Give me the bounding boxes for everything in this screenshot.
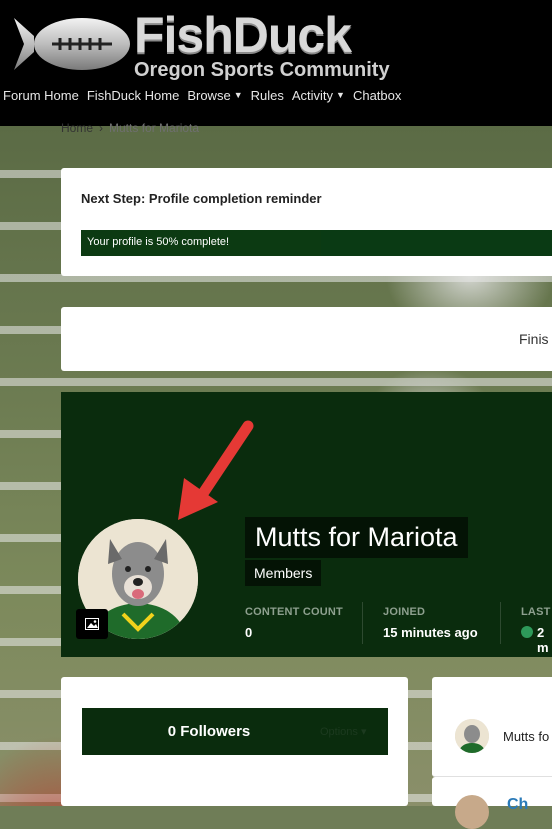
profile-progress-bar: Your profile is 50% complete!: [81, 230, 552, 256]
user-name-link[interactable]: Mutts fo: [503, 729, 549, 744]
nav-fishduck-home[interactable]: FishDuck Home: [87, 86, 179, 104]
nav-label: Rules: [250, 87, 284, 103]
online-status-icon: [521, 626, 533, 638]
nav-label: Activity: [291, 87, 334, 103]
breadcrumb-separator-icon: ›: [99, 121, 104, 135]
football-fish-logo-icon[interactable]: [12, 12, 130, 76]
stat-value-content-count[interactable]: 0: [245, 625, 252, 640]
breadcrumb: Home › Mutts for Mariota: [61, 121, 199, 135]
profile-name: Mutts for Mariota: [255, 522, 458, 552]
chevron-down-icon: ▼: [233, 90, 243, 100]
stat-value-joined: 15 minutes ago: [383, 625, 478, 640]
nav-rules[interactable]: Rules: [251, 86, 284, 104]
stat-label-joined: JOINED: [383, 606, 426, 618]
user-name-link-2[interactable]: Ch: [507, 796, 528, 814]
nav-label: Browse: [187, 87, 231, 103]
stat-value-last-visited: 2 m: [537, 625, 549, 655]
dog-photo-icon: [455, 719, 489, 753]
right-column-card-2: [432, 777, 552, 806]
image-icon: [85, 618, 99, 630]
options-label: Options: [320, 726, 358, 738]
nav-browse[interactable]: Browse ▼: [187, 86, 242, 104]
chevron-down-icon: ▼: [336, 90, 345, 100]
followers-title: 0 Followers: [167, 723, 251, 740]
chevron-down-icon: ▾: [360, 726, 367, 738]
stat-divider: [500, 602, 501, 644]
stat-label-last-visited: LAST: [521, 606, 551, 618]
site-header: FishDuck Oregon Sports Community Forum H…: [0, 0, 552, 126]
profile-group: Members: [254, 565, 313, 581]
followers-options-button[interactable]: Options ▾: [320, 725, 367, 738]
nav-label: FishDuck Home: [86, 87, 180, 103]
nav-activity[interactable]: Activity ▼: [292, 86, 345, 104]
followers-widget: 0 Followers Options ▾: [82, 708, 388, 755]
breadcrumb-current: Mutts for Mariota: [109, 121, 200, 135]
nav-label: Chatbox: [352, 87, 402, 103]
user-avatar[interactable]: [455, 719, 489, 753]
progress-text: Your profile is 50% complete!: [87, 236, 230, 248]
stat-divider: [362, 602, 363, 644]
red-arrow-icon: [178, 420, 254, 520]
right-column-card: [432, 677, 552, 777]
site-title[interactable]: FishDuck: [134, 6, 352, 64]
finish-label[interactable]: Finis: [519, 331, 549, 347]
nav-label: Forum Home: [3, 87, 79, 103]
nav-forum-home[interactable]: Forum Home: [3, 86, 79, 104]
profile-name-box: Mutts for Mariota: [245, 517, 468, 558]
main-nav: Forum Home FishDuck Home Browse ▼ Rules A…: [0, 86, 409, 104]
site-subtitle: Oregon Sports Community: [134, 59, 390, 81]
profile-group-box: Members: [245, 560, 322, 586]
stat-label-content-count: CONTENT COUNT: [245, 606, 343, 618]
finish-panel: Finis: [61, 307, 552, 371]
breadcrumb-home[interactable]: Home: [61, 121, 93, 135]
change-cover-photo-button[interactable]: [76, 609, 108, 639]
user-avatar-2[interactable]: [455, 795, 489, 829]
reminder-title: Next Step: Profile completion reminder: [81, 191, 322, 206]
nav-chatbox[interactable]: Chatbox: [353, 86, 401, 104]
profile-completion-panel: Next Step: Profile completion reminder Y…: [61, 168, 552, 276]
